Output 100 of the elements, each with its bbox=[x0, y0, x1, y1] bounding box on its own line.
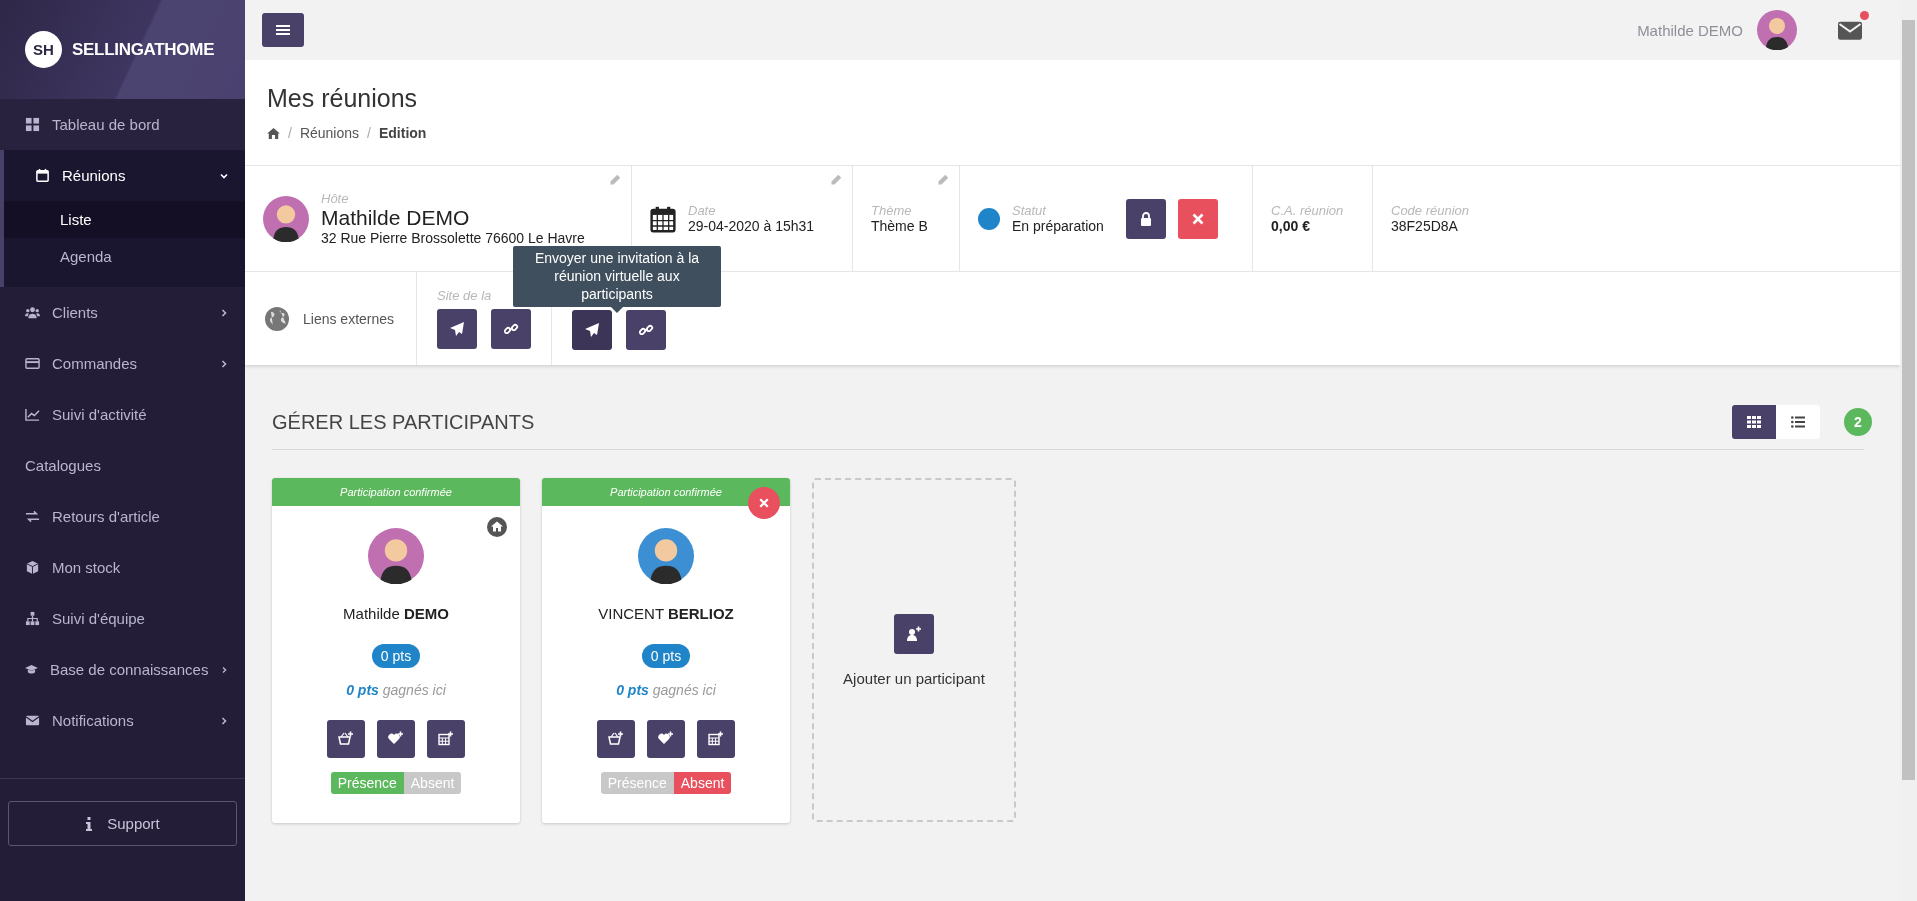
nav-item[interactable]: Base de connaissances bbox=[0, 644, 245, 695]
nav-item[interactable]: Suivi d'activité bbox=[0, 389, 245, 440]
lock-button[interactable] bbox=[1125, 198, 1166, 239]
calendar-plus-icon bbox=[438, 731, 454, 747]
graduation-cap-icon bbox=[25, 662, 38, 677]
heart-plus-icon bbox=[388, 731, 404, 747]
grid-icon bbox=[1747, 416, 1761, 428]
nav-subitem[interactable]: Agenda bbox=[4, 238, 245, 275]
envelope-icon bbox=[25, 713, 40, 728]
tooltip: Envoyer une invitation à la réunion virtuelle aux participants bbox=[513, 246, 721, 307]
breadcrumb-separator: / bbox=[367, 125, 371, 141]
user-plus-icon bbox=[906, 625, 922, 642]
field-label: Hôte bbox=[321, 191, 350, 206]
meeting-date: 29-04-2020 à 15h31 bbox=[688, 218, 815, 234]
attendance-toggle[interactable]: Absent bbox=[673, 772, 732, 794]
home-icon[interactable] bbox=[267, 127, 280, 139]
participant-count: 2 bbox=[1844, 408, 1872, 436]
nav-item[interactable]: Tableau de bord bbox=[0, 99, 245, 150]
points-badge: 0 pts bbox=[641, 644, 691, 668]
scrollbar[interactable] bbox=[1900, 0, 1917, 901]
field-label: C.A. réunion bbox=[1271, 203, 1344, 218]
cancel-button[interactable] bbox=[1177, 198, 1218, 239]
section-title: GÉRER LES PARTICIPANTS bbox=[272, 410, 535, 434]
nav-item[interactable]: Commandes bbox=[0, 338, 245, 389]
line-chart-icon bbox=[25, 407, 40, 422]
add-basket-button[interactable] bbox=[327, 720, 365, 758]
logo-mark: SH bbox=[25, 31, 62, 68]
info-icon bbox=[85, 816, 94, 831]
links-title: Liens externes bbox=[303, 310, 395, 327]
calendar-plus-icon bbox=[708, 731, 724, 747]
meeting-revenue: 0,00 € bbox=[1271, 218, 1311, 234]
logo-text: SELLINGATHOME bbox=[72, 39, 215, 60]
paper-plane-icon bbox=[449, 321, 466, 337]
participant-name: VINCENT BERLIOZ bbox=[598, 605, 734, 622]
status-banner: Participation confirmée bbox=[272, 478, 520, 506]
envelope-icon bbox=[1838, 20, 1862, 40]
paper-plane-icon bbox=[584, 321, 601, 338]
add-meeting-button[interactable] bbox=[697, 720, 735, 758]
copy-link-button[interactable] bbox=[626, 309, 667, 350]
breadcrumb-separator: / bbox=[288, 125, 292, 141]
nav-item[interactable]: Mon stock bbox=[0, 542, 245, 593]
points-badge: 0 pts bbox=[371, 644, 421, 668]
menu-icon bbox=[276, 24, 290, 36]
copy-link-button[interactable] bbox=[491, 309, 532, 349]
menu-button[interactable] bbox=[262, 13, 304, 47]
add-wishlist-button[interactable] bbox=[647, 720, 685, 758]
host-name: Mathilde DEMO bbox=[321, 206, 471, 230]
calendar-icon bbox=[650, 204, 676, 233]
send-invitation-button[interactable] bbox=[572, 309, 613, 350]
grid-icon bbox=[25, 117, 40, 132]
page-title: Mes réunions bbox=[267, 84, 419, 113]
field-label: Code réunion bbox=[1391, 203, 1470, 218]
users-icon bbox=[25, 305, 40, 320]
add-participant-card[interactable]: Ajouter un participant bbox=[812, 478, 1016, 822]
participant-name: Mathilde DEMO bbox=[343, 605, 449, 622]
link-icon bbox=[503, 321, 520, 337]
points-earned: 0 pts gagnés ici bbox=[616, 682, 716, 698]
remove-button[interactable] bbox=[748, 487, 780, 519]
support-button[interactable]: Support bbox=[8, 801, 237, 846]
breadcrumb-item: Edition bbox=[378, 125, 427, 141]
cube-icon bbox=[25, 560, 40, 575]
nav-item[interactable]: Clients bbox=[0, 287, 245, 338]
arrows-icon bbox=[25, 509, 40, 524]
nav-item[interactable]: Réunions bbox=[0, 150, 245, 201]
send-invitation-button[interactable] bbox=[437, 309, 478, 349]
points-earned: 0 pts gagnés ici bbox=[346, 682, 446, 698]
credit-card-icon bbox=[25, 356, 40, 371]
field-label: Thème bbox=[871, 203, 913, 218]
avatar bbox=[1757, 10, 1797, 50]
meeting-code: 38F25D8A bbox=[1391, 218, 1459, 234]
list-view-button[interactable] bbox=[1776, 405, 1820, 439]
calendar-icon bbox=[35, 168, 50, 183]
globe-icon bbox=[265, 306, 289, 331]
heart-plus-icon bbox=[658, 731, 674, 747]
field-label: Site de la bbox=[437, 288, 493, 303]
nav-item[interactable]: Retours d'article bbox=[0, 491, 245, 542]
avatar bbox=[263, 195, 309, 242]
close-icon bbox=[758, 497, 770, 509]
add-meeting-button[interactable] bbox=[427, 720, 465, 758]
field-label: Date bbox=[688, 203, 717, 218]
basket-plus-icon bbox=[338, 731, 354, 747]
nav-item[interactable]: Catalogues bbox=[0, 440, 245, 491]
add-participant-label: Ajouter un participant bbox=[843, 669, 985, 687]
add-basket-button[interactable] bbox=[597, 720, 635, 758]
field-label: Statut bbox=[1012, 203, 1048, 218]
add-participant-button[interactable] bbox=[894, 613, 934, 654]
nav-subitem[interactable]: Liste bbox=[4, 201, 245, 238]
host-address: 32 Rue Pierre Brossolette 76600 Le Havre bbox=[321, 230, 585, 246]
meeting-status: En préparation bbox=[1012, 218, 1104, 234]
tooltip-arrow bbox=[611, 306, 623, 313]
basket-plus-icon bbox=[608, 731, 624, 747]
nav-item[interactable]: Notifications bbox=[0, 695, 245, 746]
grid-view-button[interactable] bbox=[1732, 405, 1776, 439]
list-icon bbox=[1791, 416, 1805, 428]
nav-item[interactable]: Suivi d'équipe bbox=[0, 593, 245, 644]
add-wishlist-button[interactable] bbox=[377, 720, 415, 758]
status-banner: Participation confirmée bbox=[542, 478, 790, 506]
meeting-theme: Thème B bbox=[871, 218, 928, 234]
sitemap-icon bbox=[25, 611, 40, 626]
breadcrumb-item[interactable]: Réunions bbox=[299, 125, 360, 141]
